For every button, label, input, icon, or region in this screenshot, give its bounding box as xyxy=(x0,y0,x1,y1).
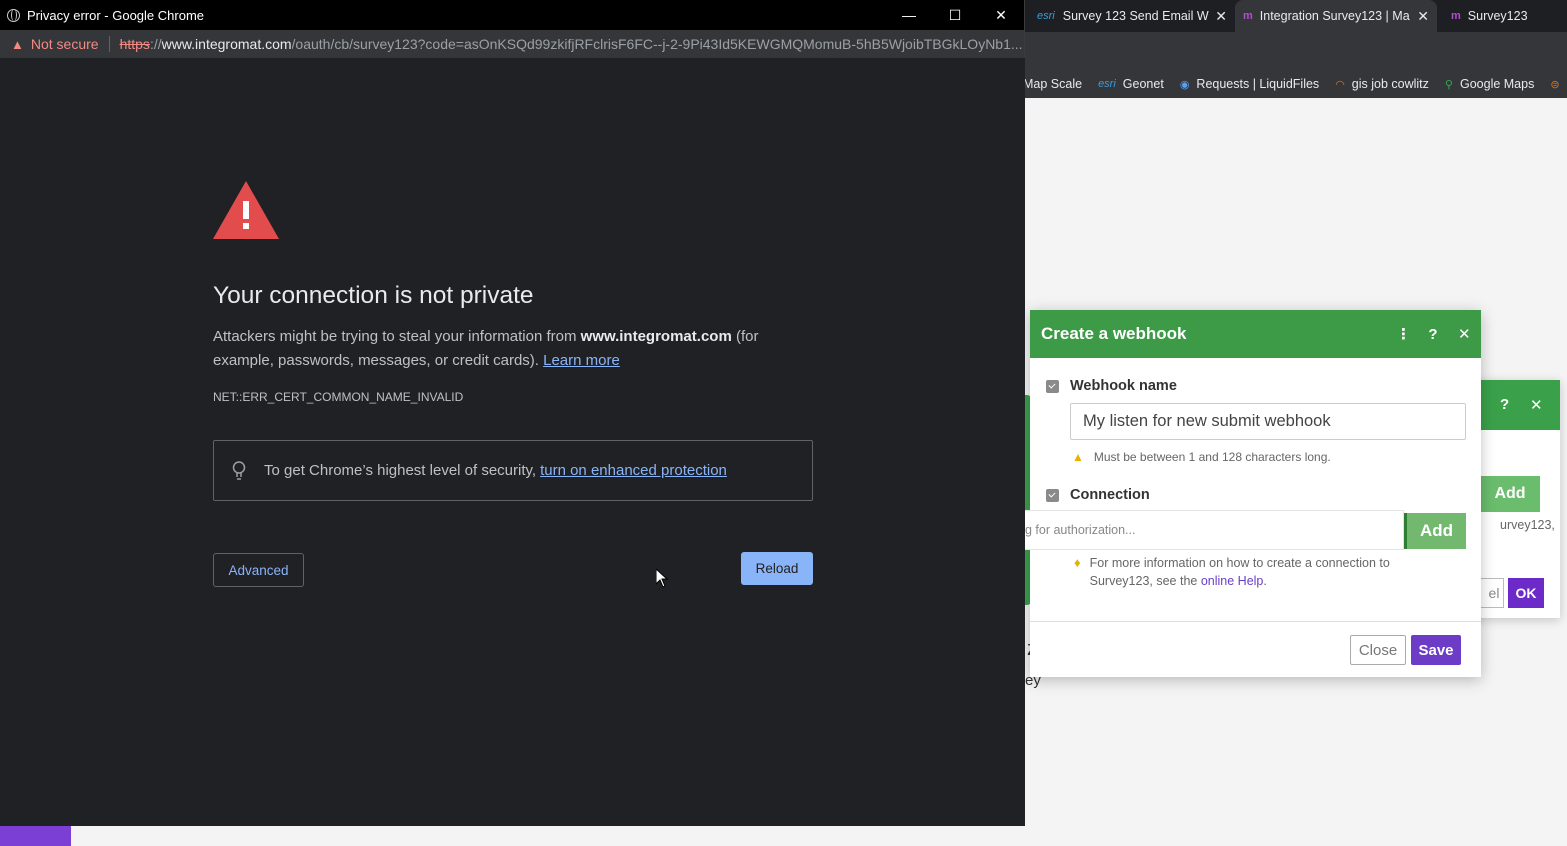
enhanced-text: To get Chrome’s highest level of securit… xyxy=(264,462,537,479)
warning-icon[interactable]: ▲ xyxy=(11,37,24,52)
tab-survey123-send-email[interactable]: esri Survey 123 Send Email Wh ✕ xyxy=(1029,0,1235,32)
name-warning: ▲ Must be between 1 and 128 characters l… xyxy=(1072,450,1331,464)
bookmark-label: Google Maps xyxy=(1459,77,1535,91)
connection-help: ♦ For more information on how to create … xyxy=(1074,554,1414,590)
add-connection-button[interactable]: Add xyxy=(1404,513,1466,549)
window-titlebar[interactable]: Privacy error - Google Chrome — ☐ ✕ xyxy=(0,0,1024,30)
close-icon[interactable]: ✕ xyxy=(1417,8,1429,25)
create-webhook-modal: Create a webhook ⋮ ? ✕ Webhook name ▲ Mu… xyxy=(1024,310,1481,677)
map-pin-icon: ⚲ xyxy=(1444,78,1453,91)
error-host: www.integromat.com xyxy=(580,328,732,345)
help-icon[interactable]: ? xyxy=(1427,326,1439,343)
label-text: Webhook name xyxy=(1070,378,1177,394)
make-logo-icon: m xyxy=(1243,10,1253,22)
close-window-button[interactable]: ✕ xyxy=(978,7,1024,24)
webhook-name-input[interactable] xyxy=(1070,403,1466,440)
error-text: Attackers might be trying to steal your … xyxy=(213,328,581,345)
hint-text: urvey123, xyxy=(1500,518,1555,532)
alert-triangle-icon xyxy=(213,181,279,239)
bookmark-gis-job-cowlitz[interactable]: ◠ gis job cowlitz xyxy=(1335,77,1429,91)
reload-button[interactable]: Reload xyxy=(741,552,813,585)
help-text-end: . xyxy=(1263,574,1267,588)
modal-title: Create a webhook xyxy=(1041,324,1187,343)
window-title: Privacy error - Google Chrome xyxy=(27,7,204,23)
help-icon[interactable]: ? xyxy=(1500,396,1509,413)
bookmark-icon: ⊜ xyxy=(1550,78,1560,91)
help-paragraph: For more information on how to create a … xyxy=(1090,554,1414,590)
bookmark-label: Requests | LiquidFiles xyxy=(1196,77,1320,91)
label-text: Connection xyxy=(1070,487,1150,503)
ok-button[interactable]: OK xyxy=(1508,578,1544,608)
online-help-link[interactable]: online Help xyxy=(1201,574,1264,588)
address-divider xyxy=(108,36,110,52)
bookmark-overflow[interactable]: ⊜ xyxy=(1550,78,1566,91)
sidebar-edge xyxy=(0,826,71,846)
privacy-error-window: Privacy error - Google Chrome — ☐ ✕ ▲ No… xyxy=(0,0,1025,826)
bookmark-google-maps[interactable]: ⚲ Google Maps xyxy=(1445,77,1534,91)
learn-more-link[interactable]: Learn more xyxy=(543,352,620,369)
advanced-button[interactable]: Advanced xyxy=(213,553,304,587)
collapse-checkbox-icon[interactable] xyxy=(1046,488,1059,502)
bookmark-label: gis job cowlitz xyxy=(1351,77,1429,91)
collapse-checkbox-icon[interactable] xyxy=(1046,379,1059,393)
url-host: www.integromat.com xyxy=(161,36,292,52)
save-button[interactable]: Save xyxy=(1411,635,1461,665)
globe-icon xyxy=(7,8,20,22)
lightbulb-icon xyxy=(232,460,246,480)
esri-logo-icon: esri xyxy=(1098,78,1116,90)
warning-text: Must be between 1 and 128 characters lon… xyxy=(1093,450,1331,464)
tab-title: Survey123 xyxy=(1467,9,1528,23)
bookmark-label: Map Scale xyxy=(1025,77,1083,91)
maximize-button[interactable]: ☐ xyxy=(932,7,978,24)
tab-survey123[interactable]: m Survey123 xyxy=(1443,0,1567,32)
arch-icon: ◠ xyxy=(1335,78,1345,91)
url-separator: :// xyxy=(149,36,162,52)
not-secure-label[interactable]: Not secure xyxy=(31,36,99,52)
tab-integration-survey123[interactable]: m Integration Survey123 | Ma ✕ xyxy=(1235,0,1437,32)
bookmark-geonet[interactable]: esri Geonet xyxy=(1098,77,1164,91)
error-heading: Your connection is not private xyxy=(213,282,534,309)
bookmark-liquidfiles[interactable]: ◉ Requests | LiquidFiles xyxy=(1180,77,1319,91)
make-logo-icon: m xyxy=(1451,10,1461,22)
url-path: /oauth/cb/survey123?code=asOnKSQd99zkifj… xyxy=(291,36,1023,52)
close-icon[interactable]: ✕ xyxy=(1458,325,1471,343)
webhook-name-label: Webhook name xyxy=(1046,378,1177,394)
connection-select[interactable]: g for authorization... xyxy=(1024,510,1404,550)
address-bar[interactable]: ▲ Not secure https :// www.integromat.co… xyxy=(0,30,1024,58)
error-code[interactable]: NET::ERR_CERT_COMMON_NAME_INVALID xyxy=(213,390,463,404)
minimize-button[interactable]: — xyxy=(886,7,932,23)
bookmark-label: Geonet xyxy=(1122,77,1164,91)
background-tab-strip: esri Survey 123 Send Email Wh ✕ m Integr… xyxy=(1025,0,1567,32)
warning-icon: ▲ xyxy=(1072,450,1084,464)
enhanced-protection-link[interactable]: turn on enhanced protection xyxy=(540,462,727,479)
lightbulb-icon: ♦ xyxy=(1074,555,1081,570)
tab-title: Integration Survey123 | Ma xyxy=(1259,9,1410,23)
close-icon[interactable]: ✕ xyxy=(1530,396,1543,414)
background-address-bar xyxy=(1025,32,1567,70)
tab-title: Survey 123 Send Email Wh xyxy=(1062,9,1210,23)
bookmarks-bar: Map Scale esri Geonet ◉ Requests | Liqui… xyxy=(1025,70,1567,98)
error-description: Attackers might be trying to steal your … xyxy=(213,325,813,373)
mouse-cursor-icon xyxy=(656,569,668,588)
add-button[interactable]: Add xyxy=(1480,476,1540,512)
esri-logo-icon: esri xyxy=(1037,10,1055,22)
enhanced-protection-box: To get Chrome’s highest level of securit… xyxy=(213,440,813,501)
bookmark-map-scale[interactable]: Map Scale xyxy=(1025,77,1082,91)
connection-label: Connection xyxy=(1046,487,1150,503)
close-icon[interactable]: ✕ xyxy=(1215,8,1227,25)
modal-divider xyxy=(1030,621,1481,622)
error-page: Your connection is not private Attackers… xyxy=(0,58,1025,826)
close-button[interactable]: Close xyxy=(1350,635,1406,665)
more-vertical-icon[interactable]: ⋮ xyxy=(1396,325,1411,343)
liquidfiles-icon: ◉ xyxy=(1179,78,1190,91)
url-scheme: https xyxy=(119,36,150,52)
modal-header: Create a webhook ⋮ ? ✕ xyxy=(1030,310,1481,358)
